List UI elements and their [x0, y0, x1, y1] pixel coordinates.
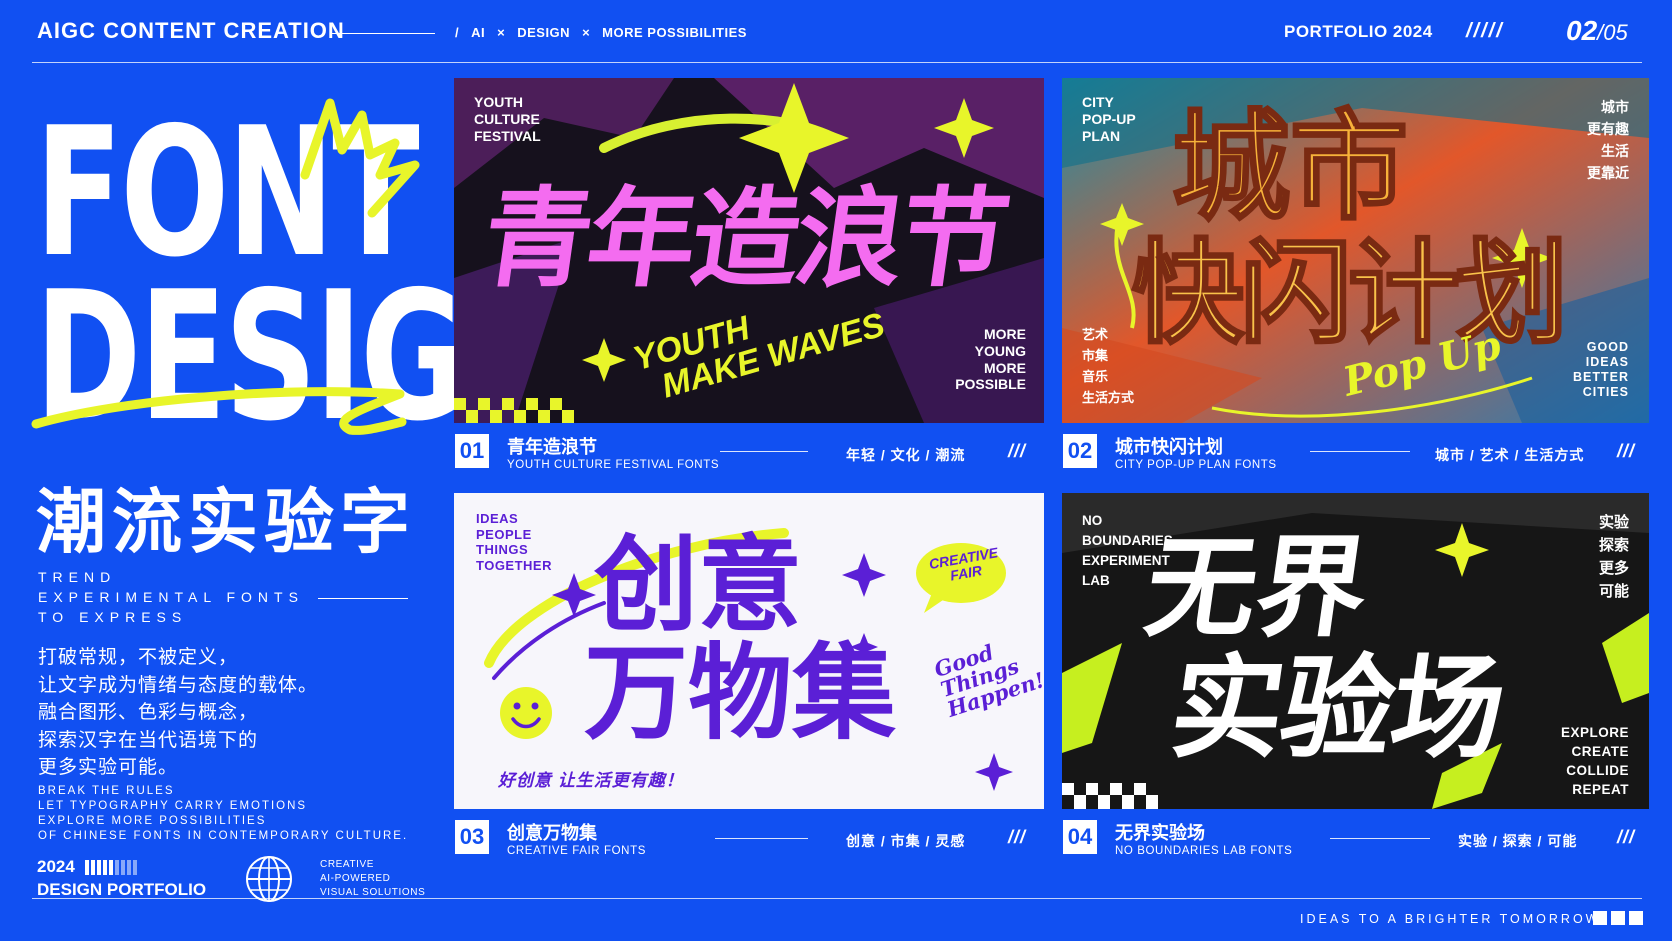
trend-rule [318, 598, 408, 599]
card3-headline-1: 创意 [594, 524, 803, 646]
card1-headline: 青年造浪节 [475, 177, 1013, 302]
header-slashes: ///// [1466, 20, 1504, 42]
desc-en-line: LET TYPOGRAPHY CARRY EMOTIONS [38, 800, 308, 812]
desc-line: 打破常规，不被定义， [38, 647, 239, 668]
header-tag: DESIGN [517, 25, 571, 40]
creative-note: CREATIVE AI-POWERED VISUAL SOLUTIONS [320, 858, 425, 900]
card1-corner-bottom: MORE YOUNG MORE POSSIBLE [955, 326, 1026, 393]
year-label: 2024 [37, 857, 75, 876]
description-en: BREAK THE RULES LET TYPOGRAPHY CARRY EMO… [38, 784, 408, 844]
trend-line: TREND [38, 569, 117, 585]
card4-corner-bottom: EXPLORE CREATE COLLIDE REPEAT [1560, 725, 1629, 797]
desc-line: 融合图形、色彩与概念， [38, 702, 259, 723]
header-tag: / [455, 25, 460, 40]
card1-slash: /// [1008, 441, 1027, 461]
card3-title[interactable]: 创意万物集 [507, 819, 597, 845]
desc-en-line: OF CHINESE FONTS IN CONTEMPORARY CULTURE… [38, 830, 409, 842]
page-indicator: 02/05 [1566, 15, 1628, 47]
desc-en-line: EXPLORE MORE POSSIBILITIES [38, 815, 267, 827]
card2-corner-bottom: GOOD IDEAS BETTER CITIES [1573, 340, 1629, 399]
header-title: AIGC CONTENT CREATION [37, 18, 345, 43]
description-cn: 打破常规，不被定义， 让文字成为情绪与态度的载体。 融合图形、色彩与概念， 探索… [38, 644, 318, 782]
card-youth-festival[interactable]: YOUTH CULTURE FESTIVAL 青年造浪节 YOUTH MAKE WAV… [454, 78, 1044, 423]
globe-icon [246, 856, 292, 902]
card2-slash: /// [1617, 441, 1636, 461]
card4-headline-2: 实验场 [1162, 644, 1512, 774]
card4-number: 04 [1063, 820, 1097, 854]
card-creative-fair[interactable]: IDEAS PEOPLE THINGS TOGETHER 创意 万物集 CREATIV… [454, 493, 1044, 809]
card1-subtitle: YOUTH CULTURE FESTIVAL FONTS [507, 459, 720, 471]
card3-rule [715, 838, 808, 839]
card1-title[interactable]: 青年造浪节 [507, 433, 597, 459]
note-line: AI-POWERED [320, 873, 391, 884]
cn-title: 潮流实验字 [36, 481, 416, 563]
card-no-boundaries[interactable]: NO BOUNDARIES EXPERIMENT LAB 无界 实验场 实验 探索 更多可… [1062, 493, 1649, 809]
year-block: 2024 DESIGN PORTFOLIO [37, 855, 206, 901]
card2-number: 02 [1063, 434, 1097, 468]
card-city-popup[interactable]: CITY POP-UP PLAN 城市 快闪计划 城市 更有趣 生活 更靠近 艺术 市集 音乐… [1062, 78, 1649, 423]
card1-corner-top: YOUTH CULTURE FESTIVAL [474, 94, 541, 144]
portfolio-label: PORTFOLIO 2024 [1284, 22, 1433, 41]
card2-corner-top: CITY POP-UP PLAN [1082, 94, 1136, 144]
card1-tags: 年轻 / 文化 / 潮流 [846, 447, 966, 463]
header-tag: × [582, 25, 591, 40]
card4-title[interactable]: 无界实验场 [1115, 819, 1205, 845]
underline-swoosh-icon [31, 387, 407, 435]
trend-line: EXPERIMENTAL FONTS [38, 589, 304, 605]
note-line: CREATIVE [320, 859, 375, 870]
card3-slogan: 好创意 让生活更有趣！ [498, 771, 684, 790]
lightning-scribble-icon [300, 98, 420, 218]
footer-tagline: IDEAS TO A BRIGHTER TOMORROW [1300, 912, 1601, 926]
card3-headline-2: 万物集 [584, 632, 897, 754]
card2-tags: 城市 / 艺术 / 生活方式 [1435, 447, 1585, 463]
desc-line: 让文字成为情绪与态度的载体。 [38, 674, 319, 696]
card2-title[interactable]: 城市快闪计划 [1115, 433, 1223, 459]
header-divider [32, 62, 1642, 63]
card2-headline-2: 快闪计划 [1131, 229, 1570, 359]
trend-text: TREND EXPERIMENTAL FONTS TO EXPRESS [38, 567, 304, 627]
card1-number: 01 [455, 434, 489, 468]
card3-subtitle: CREATIVE FAIR FONTS [507, 845, 646, 857]
squares-icon [1593, 911, 1643, 925]
card2-side-bottom: 艺术 市集 音乐 生活方式 [1082, 327, 1135, 405]
desc-line: 更多实验可能。 [38, 757, 179, 778]
header-tag: AI [471, 25, 486, 40]
card2-side-top: 城市 更有趣 生活 更靠近 [1587, 99, 1629, 181]
card3-tags: 创意 / 市集 / 灵感 [846, 833, 966, 849]
header-tag: × [497, 25, 506, 40]
header-rule [330, 33, 435, 34]
card3-slash: /// [1008, 827, 1027, 847]
footer-divider [32, 898, 1642, 899]
card4-rule [1330, 838, 1430, 839]
desc-en-line: BREAK THE RULES [38, 785, 175, 797]
card2-subtitle: CITY POP-UP PLAN FONTS [1115, 459, 1277, 471]
card4-tags: 实验 / 探索 / 可能 [1458, 833, 1578, 849]
trend-line: TO EXPRESS [38, 609, 188, 625]
page-current: 02 [1566, 15, 1598, 46]
desc-line: 探索汉字在当代语境下的 [38, 729, 259, 751]
card4-side-top: 实验 探索 更多 可能 [1598, 514, 1629, 600]
card1-rule [720, 451, 808, 452]
header-tag: MORE POSSIBILITIES [602, 25, 747, 40]
card2-headline-1: 城市 [1170, 98, 1409, 236]
card4-subtitle: NO BOUNDARIES LAB FONTS [1115, 845, 1293, 857]
page-total: /05 [1597, 20, 1628, 45]
header-tags: / AI × DESIGN × MORE POSSIBILITIES [455, 25, 747, 40]
card4-headline-1: 无界 [1138, 524, 1376, 652]
card3-corner-top: IDEAS PEOPLE THINGS TOGETHER [476, 511, 552, 573]
card3-number: 03 [455, 820, 489, 854]
barcode-icon [84, 860, 137, 876]
card4-slash: /// [1617, 827, 1636, 847]
card2-rule [1310, 451, 1410, 452]
